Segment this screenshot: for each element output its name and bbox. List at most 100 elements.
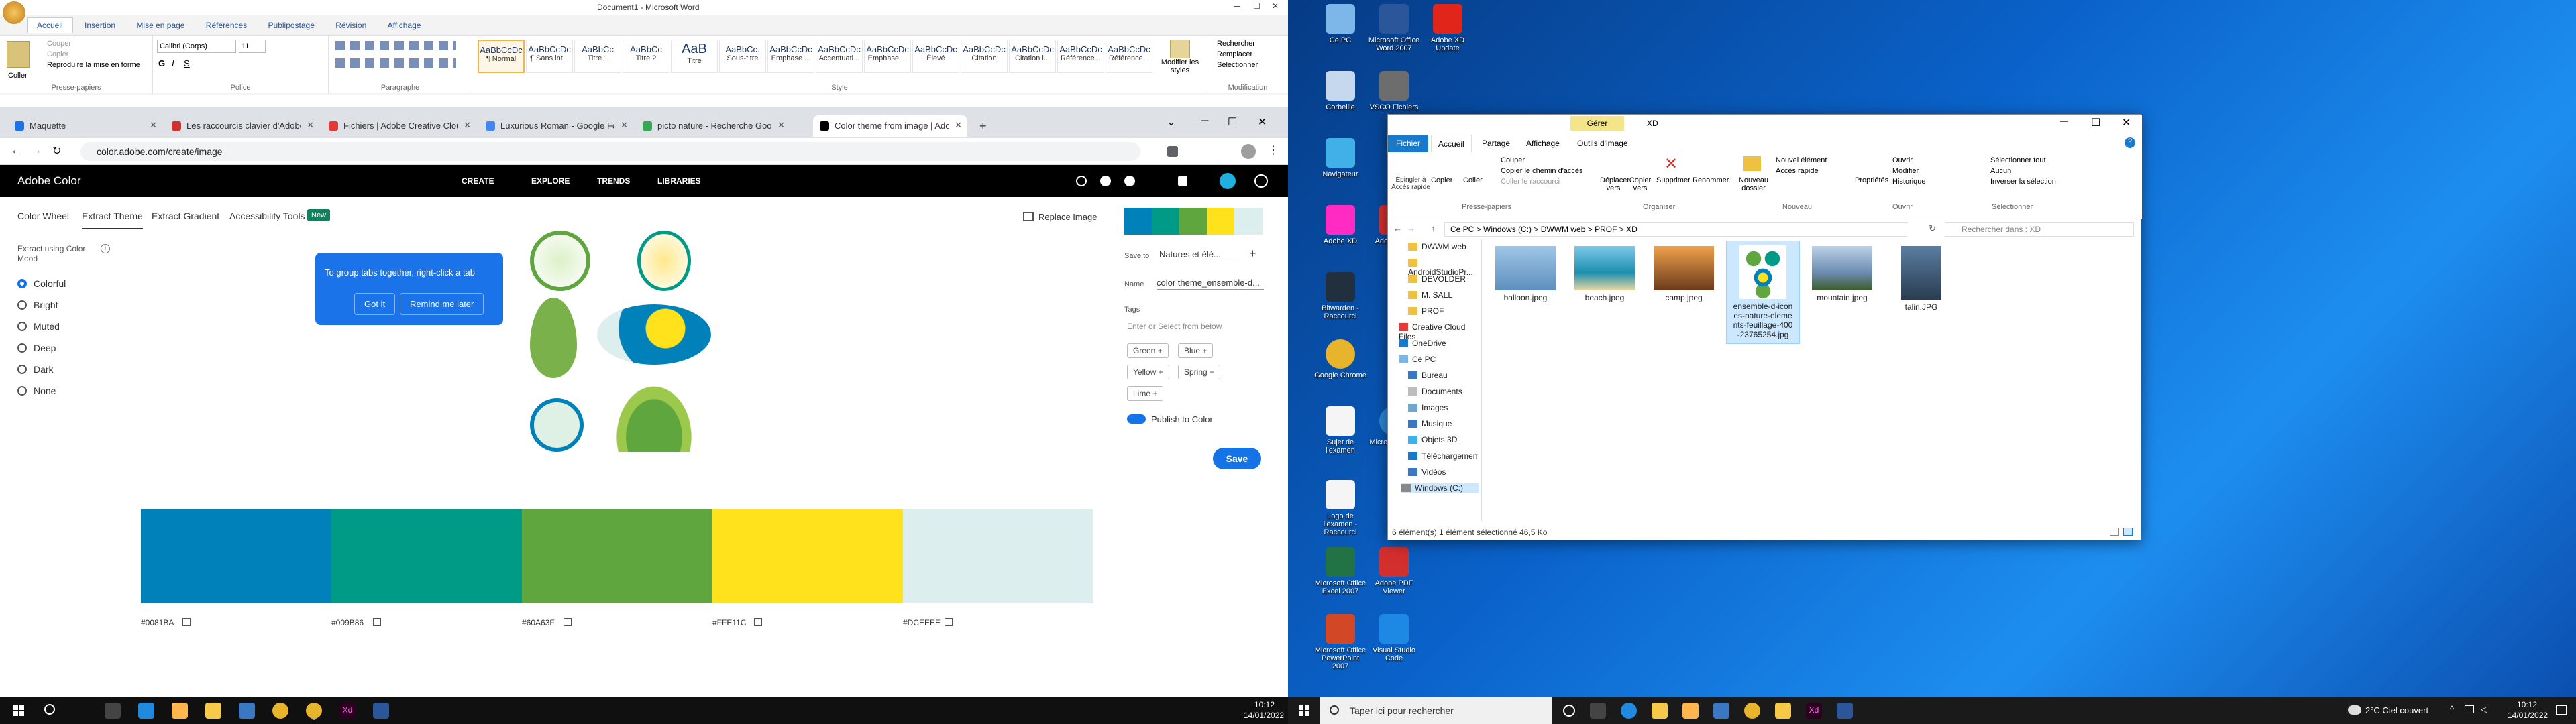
file-ensemble-icones[interactable]: ensemble-d-icon es-nature-eleme nts-feui… — [1726, 241, 1800, 344]
copy-button[interactable]: Copier — [1431, 176, 1452, 184]
tab-close-icon[interactable]: ✕ — [777, 120, 785, 131]
nav-item[interactable]: Windows (C:) — [1401, 483, 1479, 493]
bullets-icon[interactable] — [335, 41, 456, 50]
explorer-search-input[interactable]: Rechercher dans : XD — [1945, 222, 2134, 237]
palette-swatch-4[interactable] — [712, 509, 903, 603]
explorer-close-icon[interactable]: ✕ — [2122, 116, 2131, 129]
rename-button[interactable]: Renommer — [1693, 176, 1729, 184]
new-folder-button[interactable]: Nouveau dossier — [1737, 176, 1770, 192]
style-reference-2[interactable]: AaBbCcDc Référence... — [1106, 40, 1152, 73]
chrome-tab-google-search[interactable]: picto nature - Recherche Google ✕ — [636, 115, 790, 137]
word-icon[interactable] — [373, 703, 389, 719]
breadcrumb-xd[interactable]: XD — [1626, 225, 1638, 234]
info-icon[interactable]: i — [101, 244, 110, 253]
nav-trends[interactable]: TRENDS — [597, 176, 630, 186]
nav-item[interactable]: DEVOLDER — [1408, 274, 1466, 284]
chrome-menu-icon[interactable]: ⋮ — [1268, 143, 1279, 157]
chrome-active-icon[interactable] — [306, 703, 322, 719]
chrome-minimize-icon[interactable]: ─ — [1201, 115, 1208, 127]
nav-create[interactable]: CREATE — [462, 176, 494, 186]
chrome-tab-creative-cloud[interactable]: Fichiers | Adobe Creative Cloud ✕ — [322, 115, 476, 137]
new-tab-icon[interactable]: + — [979, 119, 987, 133]
forward-icon[interactable]: → — [31, 145, 42, 157]
start-icon[interactable] — [13, 705, 24, 716]
chrome-close-icon[interactable]: ✕ — [1258, 115, 1267, 129]
desktop-icon-pdf-viewer[interactable]: Adobe PDF Viewer — [1367, 547, 1421, 595]
style-citation[interactable]: AaBbCcDc Citation — [961, 40, 1008, 73]
file-balloon[interactable]: balloon.jpeg — [1489, 246, 1562, 302]
desktop-icon-navigateur[interactable]: Navigateur — [1313, 138, 1367, 178]
open-button[interactable]: Ouvrir — [1892, 156, 1913, 164]
source-image[interactable] — [510, 224, 751, 452]
notification-center-icon[interactable] — [2556, 705, 2567, 715]
copy-button[interactable]: Copier — [47, 50, 68, 58]
chrome-icon[interactable] — [1744, 703, 1760, 719]
bold-button[interactable]: G — [158, 58, 165, 68]
breadcrumb-prof[interactable]: PROF — [1595, 225, 1617, 234]
theme-icon[interactable] — [1100, 176, 1111, 186]
style-titre-2[interactable]: AaBbCc Titre 2 — [623, 40, 669, 73]
breadcrumb-dwwm[interactable]: DWWM web — [1541, 225, 1586, 234]
font-name-select[interactable]: Calibri (Corps) — [157, 40, 236, 53]
cortana-icon[interactable] — [1563, 705, 1575, 717]
select-all-button[interactable]: Sélectionner tout — [1990, 156, 2046, 164]
adobe-xd-icon[interactable]: Xd — [1806, 703, 1822, 719]
tab-close-icon[interactable]: ✕ — [464, 120, 471, 131]
pin-button[interactable]: Épingler à Accès rapide — [1391, 176, 1431, 191]
desktop-icon-vsco[interactable]: VSCO Fichiers — [1367, 71, 1421, 111]
desktop-icon-bitwarden[interactable]: Bitwarden - Raccourci — [1313, 272, 1367, 320]
up-icon[interactable]: ↑ — [1431, 223, 1436, 233]
help-icon[interactable] — [1124, 176, 1135, 186]
weather-icon[interactable] — [2348, 705, 2361, 715]
word-tab-mise-en-page[interactable]: Mise en page — [127, 18, 194, 33]
copy-hex-3-icon[interactable] — [564, 618, 572, 626]
desktop-icon-ce-pc[interactable]: Ce PC — [1313, 4, 1367, 44]
chrome-maximize-icon[interactable]: ☐ — [1228, 115, 1237, 129]
copy-hex-1-icon[interactable] — [182, 618, 191, 626]
user-avatar[interactable] — [1220, 173, 1236, 189]
refresh-icon[interactable]: ↻ — [1929, 223, 1936, 234]
word-icon[interactable] — [1837, 703, 1853, 719]
task-view-icon[interactable] — [105, 703, 121, 719]
left-clock-time[interactable]: 10:12 — [1254, 700, 1275, 709]
taskbar-search-box[interactable]: Taper ici pour rechercher — [1320, 697, 1552, 724]
palette-hex-3[interactable]: #60A63F — [522, 618, 555, 627]
desktop-icon-vscode[interactable]: Visual Studio Code — [1367, 614, 1421, 662]
large-icons-view-icon[interactable] — [2123, 528, 2133, 536]
quick-access-button[interactable]: Accès rapide — [1776, 167, 1819, 175]
copy-hex-5-icon[interactable] — [945, 618, 953, 626]
properties-button[interactable]: Propriétés — [1855, 176, 1888, 184]
style-sans-interligne[interactable]: AaBbCcDc ¶ Sans int... — [526, 40, 573, 73]
desktop-icon-word[interactable]: Microsoft Office Word 2007 — [1367, 4, 1421, 52]
nav-item[interactable]: Vidéos — [1408, 467, 1446, 477]
style-citation-intense[interactable]: AaBbCcDc Citation i... — [1009, 40, 1056, 73]
edit-button[interactable]: Modifier — [1892, 167, 1919, 175]
nav-item[interactable]: M. SALL — [1408, 290, 1452, 300]
file-beach[interactable]: beach.jpeg — [1568, 246, 1642, 302]
chrome-icon[interactable] — [272, 703, 288, 719]
tab-fichier[interactable]: Fichier — [1388, 135, 1429, 152]
mail-icon[interactable] — [1713, 703, 1729, 719]
save-button[interactable]: Save — [1213, 448, 1261, 469]
style-titre-1[interactable]: AaBbCc Titre 1 — [574, 40, 621, 73]
file-talin[interactable]: talin.JPG — [1884, 246, 1958, 312]
invert-selection-button[interactable]: Inverser la sélection — [1990, 178, 2056, 186]
mood-colorful[interactable]: Colorful — [17, 278, 66, 289]
notifications-icon[interactable] — [1178, 176, 1187, 186]
right-clock-date[interactable]: 14/01/2022 — [2508, 711, 2548, 720]
desktop-icon-xd-update[interactable]: Adobe XD Update — [1421, 4, 1474, 52]
close-icon[interactable]: ✕ — [1272, 1, 1279, 11]
tab-accueil[interactable]: Accueil — [1431, 135, 1472, 152]
replace-image-button[interactable]: Replace Image — [1038, 212, 1097, 222]
file-explorer-icon[interactable] — [1652, 703, 1668, 719]
cut-button[interactable]: Couper — [1501, 156, 1525, 164]
weather-text[interactable]: 2°C Ciel couvert — [2365, 705, 2428, 715]
nav-item[interactable]: Bureau — [1408, 371, 1448, 380]
left-clock-date[interactable]: 14/01/2022 — [1244, 711, 1284, 720]
style-emphase[interactable]: AaBbCcDc Emphase ... — [767, 40, 814, 73]
file-explorer-active-icon[interactable] — [1775, 703, 1791, 719]
nav-item[interactable]: Musique — [1408, 419, 1452, 428]
tags-input[interactable]: Enter or Select from below — [1127, 322, 1261, 333]
breadcrumb[interactable]: Ce PC > Windows (C:) > DWWM web > PROF >… — [1444, 222, 1907, 237]
tab-close-icon[interactable]: ✕ — [621, 120, 628, 131]
